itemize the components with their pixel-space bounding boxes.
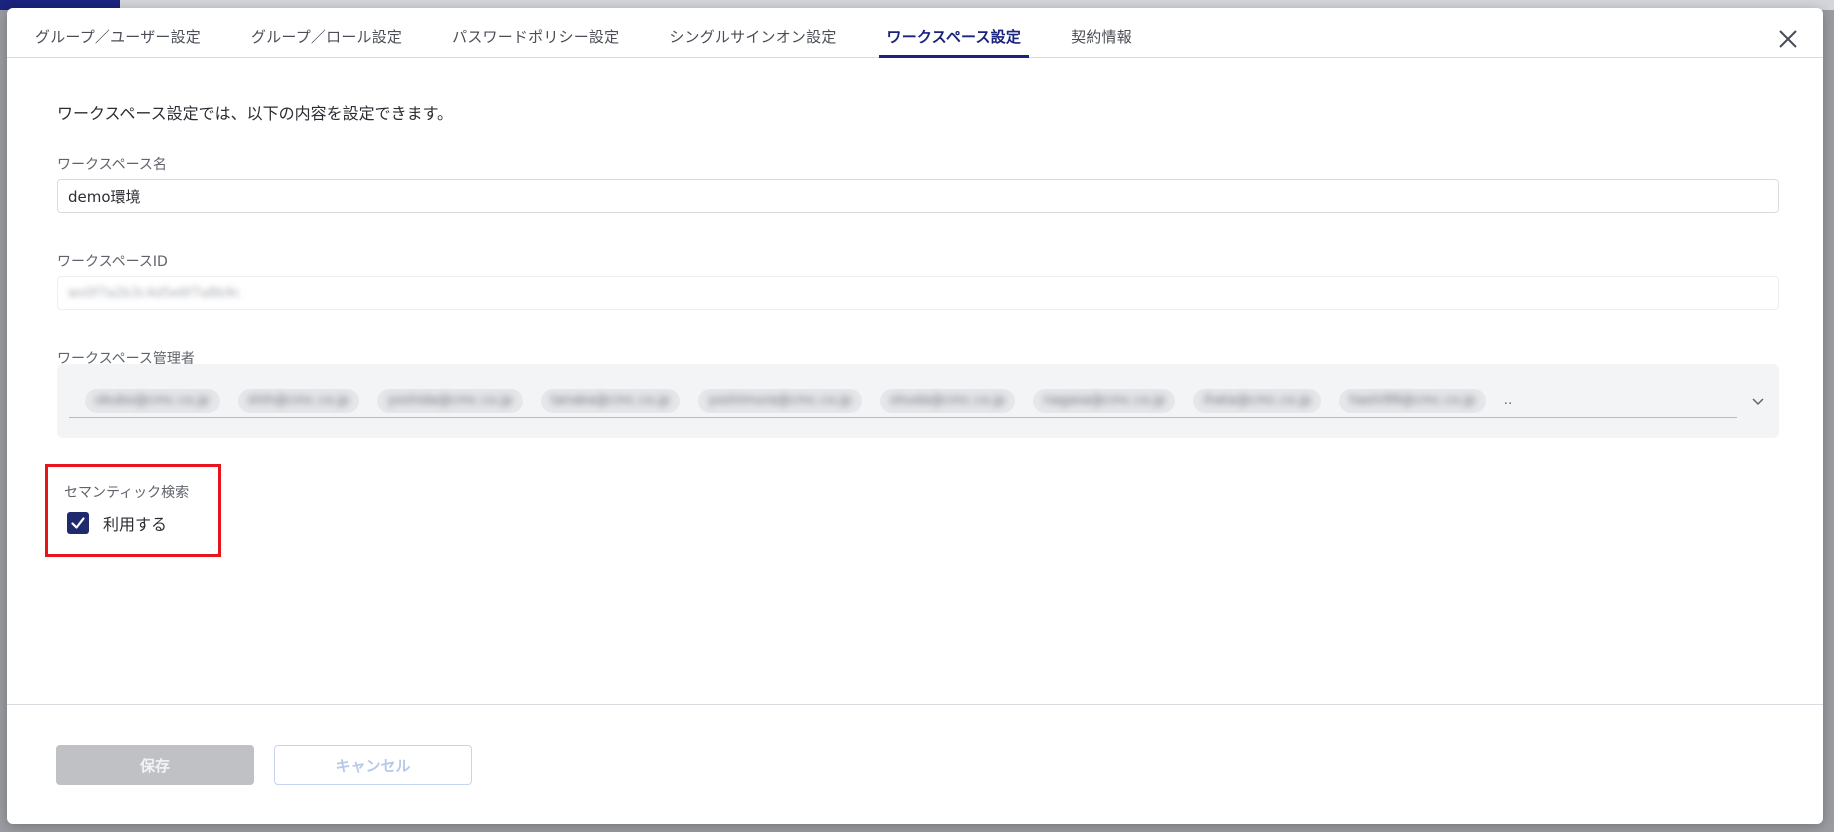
admin-chip[interactable]: okubo@cmc.co.jp bbox=[85, 388, 220, 413]
workspace-name-value: demo環境 bbox=[68, 187, 141, 206]
tab-group-role[interactable]: グループ／ロール設定 bbox=[243, 8, 410, 57]
tab-password-policy[interactable]: パスワードポリシー設定 bbox=[444, 8, 627, 57]
admin-chip[interactable]: hashi99@cmc.co.jp bbox=[1339, 388, 1486, 413]
tab-workspace[interactable]: ワークスペース設定 bbox=[878, 8, 1030, 58]
footer-divider bbox=[7, 704, 1823, 705]
workspace-name-label: ワークスペース名 bbox=[57, 157, 167, 173]
workspace-id-label: ワークスペースID bbox=[57, 254, 168, 270]
workspace-id-field: ws0f7a2b3c4d5e6f7a8b9c bbox=[57, 276, 1779, 310]
cancel-button[interactable]: キャンセル bbox=[274, 745, 472, 785]
intro-text: ワークスペース設定では、以下の内容を設定できます。 bbox=[57, 104, 454, 123]
chevron-down-icon[interactable] bbox=[1751, 394, 1765, 408]
workspace-admins-select[interactable]: okubo@cmc.co.jp shih@cmc.co.jp yoshida@c… bbox=[57, 364, 1779, 438]
admin-chip[interactable]: ohuda@cmc.co.jp bbox=[879, 388, 1016, 413]
tab-contract[interactable]: 契約情報 bbox=[1063, 8, 1140, 57]
workspace-id-value: ws0f7a2b3c4d5e6f7a8b9c bbox=[68, 285, 241, 301]
checkmark-icon bbox=[71, 517, 85, 529]
tab-group-user[interactable]: グループ／ユーザー設定 bbox=[27, 8, 209, 57]
settings-modal: グループ／ユーザー設定 グループ／ロール設定 パスワードポリシー設定 シングルサ… bbox=[7, 8, 1823, 824]
admin-chip[interactable]: shih@cmc.co.jp bbox=[237, 388, 360, 413]
save-button[interactable]: 保存 bbox=[56, 745, 254, 785]
admin-chip[interactable]: ihata@cmc.co.jp bbox=[1193, 388, 1322, 413]
semantic-search-checkbox[interactable] bbox=[67, 512, 89, 534]
semantic-search-label: セマンティック検索 bbox=[64, 485, 190, 501]
admin-chip[interactable]: tanaka@cmc.co.jp bbox=[540, 388, 681, 413]
admin-chip-list: okubo@cmc.co.jp shih@cmc.co.jp yoshida@c… bbox=[69, 384, 1737, 418]
more-admins-indicator: ‥ bbox=[1503, 393, 1513, 408]
close-icon[interactable] bbox=[1775, 26, 1801, 52]
admin-chip[interactable]: nagasa@cmc.co.jp bbox=[1033, 388, 1176, 413]
workspace-name-input[interactable]: demo環境 bbox=[57, 179, 1779, 213]
tab-single-sign-on[interactable]: シングルサインオン設定 bbox=[661, 8, 844, 57]
admin-chip[interactable]: yoshida@cmc.co.jp bbox=[377, 388, 523, 413]
semantic-search-option[interactable]: 利用する bbox=[67, 511, 167, 535]
admin-chip[interactable]: yoshimura@cmc.co.jp bbox=[698, 388, 862, 413]
semantic-search-option-label: 利用する bbox=[103, 515, 168, 534]
tab-bar: グループ／ユーザー設定 グループ／ロール設定 パスワードポリシー設定 シングルサ… bbox=[7, 8, 1823, 58]
